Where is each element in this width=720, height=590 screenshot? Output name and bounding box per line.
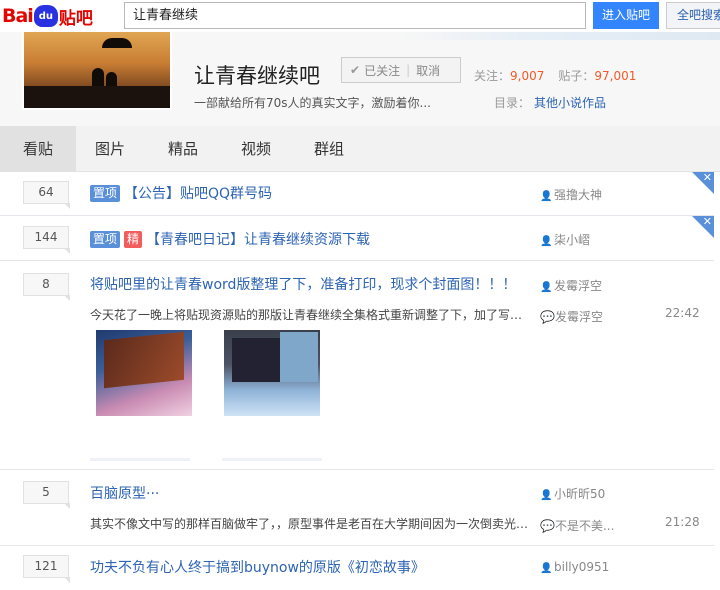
divider: |	[406, 63, 411, 77]
thread-title[interactable]: 功夫不负有心人终于搞到buynow的原版《初恋故事》	[90, 557, 425, 577]
thread-author[interactable]: 👤 发霉浮空	[540, 277, 602, 294]
thread-author[interactable]: 👤 billy0951	[540, 560, 609, 574]
top-search-bar: Bai du 贴吧 让青春继续 进入贴吧 全吧搜索	[0, 0, 720, 32]
forum-header: 让青春继续吧 ✔ 已关注 | 取消 关注：9,007 贴子：97,001 一部献给…	[0, 32, 720, 126]
thread-title[interactable]: 将贴吧里的让青春word版整理了下，准备打印，现求个封面图！！！	[90, 274, 516, 294]
thread-title-line[interactable]: 置项精【青春吧日记】让青春继续资源下载	[90, 229, 370, 249]
baidu-tieba-logo[interactable]: Bai du 贴吧	[2, 4, 93, 29]
book-cover-image	[280, 332, 318, 382]
user-icon: 👤	[540, 490, 553, 501]
author-name[interactable]: 柒小嶍	[554, 233, 590, 247]
last-reply-user[interactable]: 💬不是不美...	[540, 517, 614, 534]
thread-thumbnail-image[interactable]	[96, 330, 192, 416]
user-icon: 👤	[540, 282, 553, 293]
close-icon[interactable]: ✕	[703, 216, 712, 228]
comment-icon: 💬	[540, 519, 555, 533]
thread-title[interactable]: 【公告】贴吧QQ群号码	[124, 186, 272, 202]
tab-groups[interactable]: 群组	[314, 126, 344, 172]
forum-title[interactable]: 让青春继续吧	[194, 60, 320, 90]
header-banner-art	[400, 32, 720, 40]
follow-count-label: 关注：	[474, 69, 511, 83]
thread-thumbnail-image[interactable]	[224, 330, 320, 416]
tab-posts[interactable]: 看贴	[0, 126, 76, 172]
tab-featured[interactable]: 精品	[168, 126, 198, 172]
comment-icon: 💬	[540, 310, 555, 324]
thread-title[interactable]: 百脑原型···	[90, 483, 159, 503]
tab-videos[interactable]: 视频	[241, 126, 271, 172]
tab-pictures[interactable]: 图片	[95, 126, 125, 172]
thumbnail-divider	[90, 458, 190, 461]
thread-author[interactable]: 👤 柒小嶍	[540, 231, 590, 248]
catalog-label: 目录：	[494, 96, 531, 110]
thread-row: 121 功夫不负有心人终于搞到buynow的原版《初恋故事》 👤 billy095…	[0, 546, 714, 590]
reply-count: 121	[23, 555, 70, 583]
user-icon: 👤	[540, 191, 553, 202]
thumbnail-divider	[222, 458, 322, 461]
author-name[interactable]: 强撸大神	[554, 188, 602, 202]
book-cover-image	[104, 331, 184, 389]
last-reply-user[interactable]: 💬发霉浮空	[540, 308, 603, 325]
forum-description: 一部献给所有70s人的真实文字，激励着你...	[194, 96, 431, 110]
forum-catalog: 目录： 其他小说作品	[494, 94, 606, 111]
thread-abstract: 其实不像文中写的那样百脑做牢了，，原型事件是老百在大学期间因为一次倒卖光碟...	[90, 517, 530, 531]
reply-count: 5	[23, 481, 70, 509]
author-name[interactable]: 发霉浮空	[554, 279, 602, 293]
forum-stats: 关注：9,007 贴子：97,001	[474, 67, 636, 84]
last-reply-name[interactable]: 不是不美...	[555, 519, 614, 533]
post-count-label: 贴子：	[558, 69, 595, 83]
author-name[interactable]: billy0951	[554, 560, 609, 574]
thread-author[interactable]: 👤 小昕昕50	[540, 485, 605, 502]
thread-row: 5 百脑原型··· 👤 小昕昕50 其实不像文中写的那样百脑做牢了，，原型事件是老…	[0, 470, 714, 546]
thread-abstract: 今天花了一晚上将贴现资源贴的那版让青春继续全集格式重新调整了下，加了写插图...	[90, 308, 530, 322]
pinned-badge: 置项	[90, 231, 121, 248]
thread-author[interactable]: 👤 强撸大神	[540, 186, 602, 203]
pinned-badge: 置项	[90, 185, 121, 202]
forum-avatar[interactable]	[22, 32, 172, 110]
catalog-link[interactable]: 其他小说作品	[534, 96, 606, 110]
search-all-forums-button[interactable]: 全吧搜索	[666, 2, 720, 29]
checkmark-icon: ✔	[350, 63, 361, 77]
search-input[interactable]: 让青春继续	[124, 2, 586, 29]
reply-count: 8	[23, 273, 70, 301]
last-reply-name[interactable]: 发霉浮空	[555, 310, 603, 324]
logo-bai-text: Bai	[2, 5, 34, 27]
last-reply-time: 22:42	[665, 306, 700, 320]
umbrella-silhouette	[102, 38, 132, 48]
follow-count: 9,007	[510, 69, 545, 83]
ground-silhouette	[24, 86, 170, 108]
close-icon[interactable]: ✕	[703, 172, 712, 184]
featured-badge: 精	[124, 231, 143, 248]
forum-tabs: 看贴 图片 精品 视频 群组	[0, 126, 720, 172]
followed-label: 已关注	[364, 63, 401, 78]
unfollow-button[interactable]: 取消	[416, 62, 440, 79]
thread-row: 144 置项精【青春吧日记】让青春继续资源下载 👤 柒小嶍 ✕	[0, 216, 714, 261]
user-icon: 👤	[540, 563, 553, 574]
last-reply-time: 21:28	[665, 515, 700, 529]
enter-forum-button[interactable]: 进入贴吧	[593, 2, 659, 29]
thread-title[interactable]: 【青春吧日记】让青春继续资源下载	[146, 232, 370, 248]
thread-title-line[interactable]: 置项 【公告】贴吧QQ群号码	[90, 183, 272, 203]
author-name[interactable]: 小昕昕50	[554, 487, 605, 501]
reply-count: 64	[23, 181, 70, 209]
paw-icon: du	[33, 5, 58, 27]
user-icon: 👤	[540, 236, 553, 247]
logo-tieba-text: 贴吧	[58, 8, 93, 29]
post-count: 97,001	[594, 69, 637, 83]
follow-button[interactable]: ✔ 已关注 | 取消	[341, 57, 461, 83]
thread-row: 64 置项 【公告】贴吧QQ群号码 👤 强撸大神 ✕	[0, 172, 714, 216]
reply-count: 144	[23, 226, 70, 254]
